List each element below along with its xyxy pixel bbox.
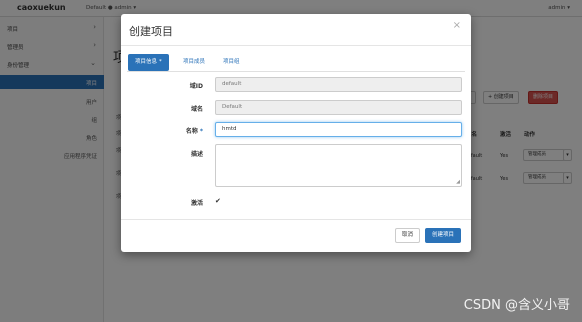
create-project-dialog: 创建项目 × 项目信息 * 项目成员 项目组 域ID default 域名 Def… (121, 14, 471, 252)
description-textarea[interactable]: ◢ (215, 144, 462, 187)
enabled-label: 激活 (190, 200, 203, 207)
divider (127, 71, 465, 72)
name-label: 名称 * (185, 128, 203, 135)
required-marker: * (159, 59, 162, 65)
close-icon[interactable]: × (453, 20, 461, 31)
enabled-checkbox[interactable]: ✔ (215, 197, 221, 205)
divider (121, 219, 471, 220)
required-marker: * (199, 128, 203, 135)
create-project-submit-button[interactable]: 创建项目 (425, 228, 462, 243)
divider (121, 45, 471, 46)
tab-project-info[interactable]: 项目信息 * (128, 54, 169, 71)
domain-name-label: 域名 (190, 106, 203, 113)
dialog-title: 创建项目 (129, 25, 173, 38)
domain-id-label: 域ID (189, 83, 203, 90)
domain-name-field: Default (215, 100, 462, 115)
watermark: CSDN @含义小哥 (463, 298, 570, 313)
name-input[interactable]: hmtd (215, 122, 462, 137)
tab-project-members[interactable]: 项目成员 (176, 54, 212, 71)
cancel-button[interactable]: 取消 (395, 228, 421, 243)
domain-id-field: default (215, 77, 462, 92)
resize-handle-icon[interactable]: ◢ (456, 180, 460, 185)
description-label: 描述 (190, 151, 203, 158)
tab-project-groups[interactable]: 项目组 (216, 54, 247, 71)
